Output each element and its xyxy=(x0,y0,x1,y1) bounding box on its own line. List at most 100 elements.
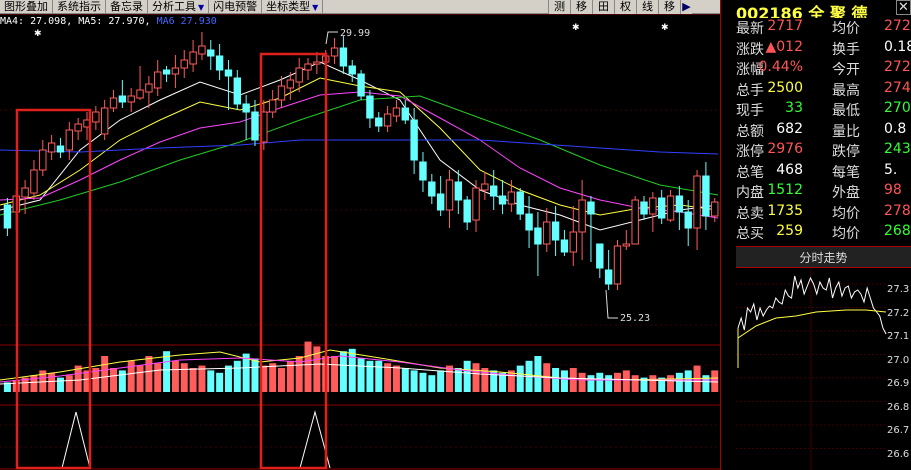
candlesticks xyxy=(3,32,720,290)
quote-value: 259 xyxy=(776,223,803,239)
volume-bar xyxy=(207,370,215,392)
toolbar-analysis-button[interactable]: 分析工具 ▼ xyxy=(148,0,210,14)
quote-value: 98 xyxy=(884,182,902,198)
quote-value: 278 xyxy=(884,202,911,219)
volume-bar xyxy=(552,368,560,392)
kline-chart[interactable]: 29.99 25.23 ✱ ✱ ✱ xyxy=(0,14,720,470)
stock-name: 全 聚 德 xyxy=(808,4,868,18)
volume-bar xyxy=(198,365,206,392)
quote-value: 33 xyxy=(785,100,803,116)
candle-body xyxy=(711,201,719,217)
move-button[interactable]: 移 xyxy=(570,0,592,14)
volume-bar xyxy=(278,368,286,392)
quote-label: 总额 xyxy=(736,123,764,140)
volume-bar xyxy=(348,348,356,392)
candle-body xyxy=(551,221,560,241)
candle-body xyxy=(454,181,463,201)
volume-bar xyxy=(304,341,312,392)
quote-value: 2500 xyxy=(767,79,803,96)
toolbar-alert-button[interactable]: 闪电预警 xyxy=(209,0,263,14)
toolbar-axis-type-button[interactable]: 坐标类型 ▼ xyxy=(262,0,324,14)
quote-label: 换手 xyxy=(832,41,860,58)
intraday-price-level: 26.9 xyxy=(887,378,910,389)
candle-body xyxy=(295,67,303,83)
candle-body xyxy=(622,243,631,247)
intraday-title[interactable]: 分时走势 xyxy=(736,246,911,268)
candle-body xyxy=(383,113,392,127)
candle-body xyxy=(604,269,613,285)
candle-body xyxy=(587,201,595,215)
quote-value: 243 xyxy=(884,141,911,157)
quote-label: 每笔 xyxy=(832,164,860,181)
quote-label: 总卖 xyxy=(736,205,764,222)
volume-bar xyxy=(189,368,197,392)
high-price-label: 29.99 xyxy=(340,28,370,39)
volume-bar xyxy=(180,363,188,392)
candle-body xyxy=(419,161,427,181)
quote-value: 268 xyxy=(884,223,911,239)
low-marker-line xyxy=(605,289,618,319)
candle-body xyxy=(684,211,692,229)
volume-bar xyxy=(622,370,630,392)
candle-body xyxy=(348,65,356,75)
volume-bar xyxy=(613,372,621,392)
high-marker-line xyxy=(325,31,338,45)
candle-body xyxy=(286,79,295,89)
volume-bar xyxy=(605,375,613,392)
quote-value: 1512 xyxy=(767,182,803,198)
measure-button[interactable]: 测 xyxy=(548,0,570,14)
intraday-price-level: 27.0 xyxy=(887,354,910,366)
volume-bar xyxy=(587,375,595,392)
quote-label: 总买 xyxy=(736,226,764,242)
candle-body xyxy=(74,123,82,132)
line-button[interactable]: 线 xyxy=(636,0,658,14)
candle-body xyxy=(251,111,259,141)
ma-line-blue xyxy=(0,139,719,155)
volume-bar xyxy=(375,360,383,392)
dropdown-arrow-icon: ▼ xyxy=(312,2,319,12)
volume-bar xyxy=(578,372,586,392)
candle-body xyxy=(136,89,144,99)
candle-body xyxy=(30,169,38,194)
candle-body xyxy=(233,77,241,105)
quote-label: 最新 xyxy=(736,21,764,37)
toolbar-indicator-button[interactable]: 系统指示 xyxy=(53,0,106,14)
quote-value: 0.18 xyxy=(884,38,911,55)
intraday-price-level: 26.7 xyxy=(887,425,910,436)
highlight-boxes xyxy=(15,52,328,470)
volume-bar xyxy=(419,372,427,392)
quote-row: 现手 33 最低 270 xyxy=(736,100,911,120)
toolbar-overlay-button[interactable]: 图形叠加 xyxy=(0,0,53,14)
quote-row: 总笔 468 每笔 5. xyxy=(736,162,911,182)
candle-body xyxy=(268,99,277,113)
close-icon[interactable]: ✕ xyxy=(896,0,911,15)
rights-button[interactable]: 权 xyxy=(614,0,636,14)
volume-bar xyxy=(136,365,144,392)
intraday-chart[interactable] xyxy=(736,268,911,470)
volume-bar xyxy=(331,356,339,392)
quote-label: 最高 xyxy=(832,82,860,99)
candle-body xyxy=(613,245,622,285)
quote-row: 总买 259 均价 268 xyxy=(736,223,911,243)
grid-button[interactable]: 田 xyxy=(592,0,614,14)
play-icon[interactable]: ▶ xyxy=(680,0,692,14)
ma-legend: MA4: 27.098, MA5: 27.970, MA6 27.930 xyxy=(0,16,217,27)
candle-body xyxy=(242,103,250,113)
candle-body xyxy=(92,111,100,123)
candle-body xyxy=(180,59,188,69)
volume-bars xyxy=(3,341,719,392)
candle-body xyxy=(207,49,215,57)
stock-code: 002186 xyxy=(736,4,803,18)
highlight-box xyxy=(259,52,328,470)
toolbar-memo-button[interactable]: 备忘录 xyxy=(106,0,148,14)
intraday-price-level: 27.1 xyxy=(887,331,910,342)
intraday-price-level: 27.3 xyxy=(887,284,910,295)
quote-row: 总卖 1735 均价 278 xyxy=(736,203,911,223)
shift-button[interactable]: 移 xyxy=(658,0,680,14)
volume-bar xyxy=(534,356,542,392)
candle-body xyxy=(3,204,12,229)
candle-body xyxy=(357,73,365,97)
quote-value: 270 xyxy=(884,100,911,116)
candle-body xyxy=(154,71,162,89)
candle-body xyxy=(428,181,436,197)
